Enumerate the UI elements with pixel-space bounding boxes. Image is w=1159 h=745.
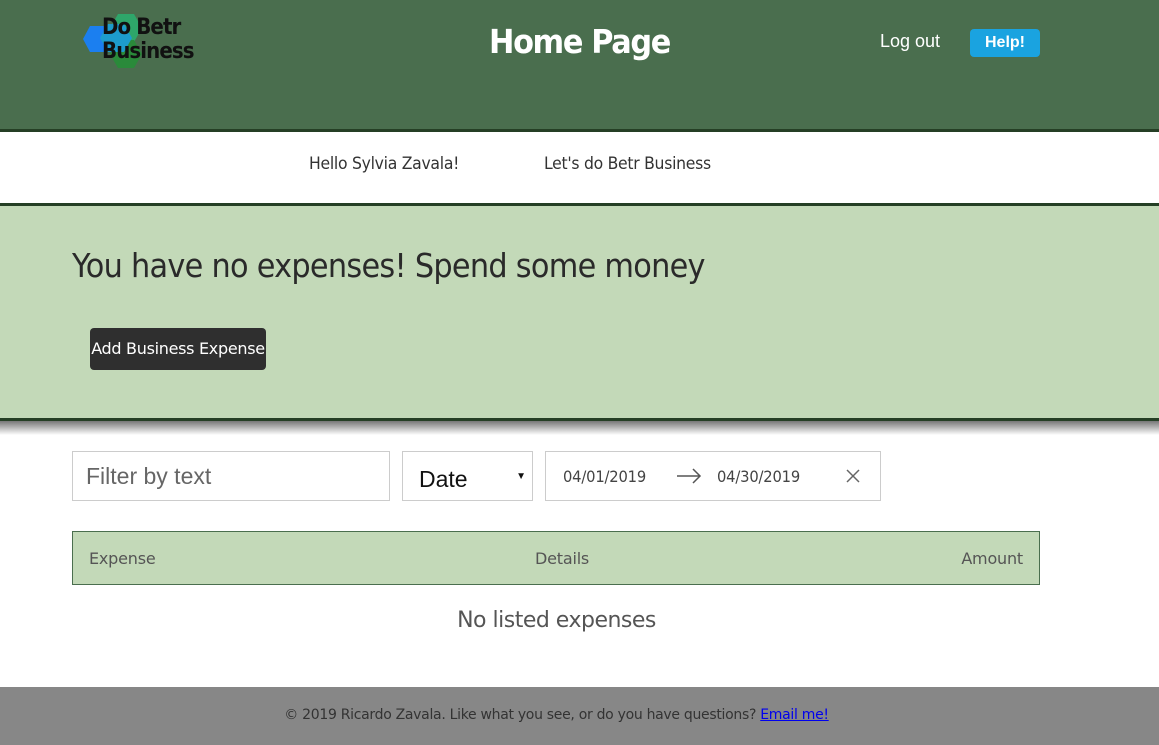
- sort-select[interactable]: Date ▼: [402, 451, 533, 501]
- footer-text: © 2019 Ricardo Zavala. Like what you see…: [0, 707, 1113, 723]
- date-range-picker[interactable]: 04/01/2019 04/30/2019: [545, 451, 881, 501]
- dropdown-arrow-icon: ▼: [516, 471, 526, 482]
- help-button[interactable]: Help!: [970, 29, 1040, 57]
- summary-message: You have no expenses! Spend some money: [72, 246, 706, 285]
- tagline-text: Let's do Betr Business: [544, 154, 711, 174]
- right-arrow-icon: [677, 468, 702, 484]
- greeting-text: Hello Sylvia Zavala!: [309, 154, 460, 174]
- end-date-field[interactable]: 04/30/2019: [717, 467, 800, 486]
- column-header-details: Details: [535, 549, 590, 568]
- app-header: Do Betr Business Home Page Log out Help!: [0, 0, 1159, 129]
- filter-text-input[interactable]: Filter by text: [72, 451, 390, 501]
- footer-copyright: © 2019 Ricardo Zavala. Like what you see…: [284, 707, 757, 723]
- empty-list-message: No listed expenses: [457, 608, 656, 633]
- page-footer: © 2019 Ricardo Zavala. Like what you see…: [0, 687, 1159, 745]
- banner-shadow: [0, 421, 1159, 435]
- clear-dates-icon[interactable]: [844, 467, 862, 485]
- summary-banner: You have no expenses! Spend some money A…: [0, 206, 1159, 418]
- greeting-bar: Hello Sylvia Zavala! Let's do Betr Busin…: [0, 132, 1159, 203]
- sort-select-value: Date: [419, 466, 468, 492]
- page-title: Home Page: [489, 22, 671, 61]
- expense-table-header: Expense Details Amount: [72, 531, 1040, 585]
- add-expense-button[interactable]: Add Business Expense: [90, 328, 266, 370]
- column-header-amount: Amount: [961, 549, 1023, 568]
- column-header-expense: Expense: [89, 549, 156, 568]
- start-date-field[interactable]: 04/01/2019: [563, 467, 646, 486]
- email-link[interactable]: Email me!: [760, 707, 829, 723]
- logout-link[interactable]: Log out: [880, 31, 940, 52]
